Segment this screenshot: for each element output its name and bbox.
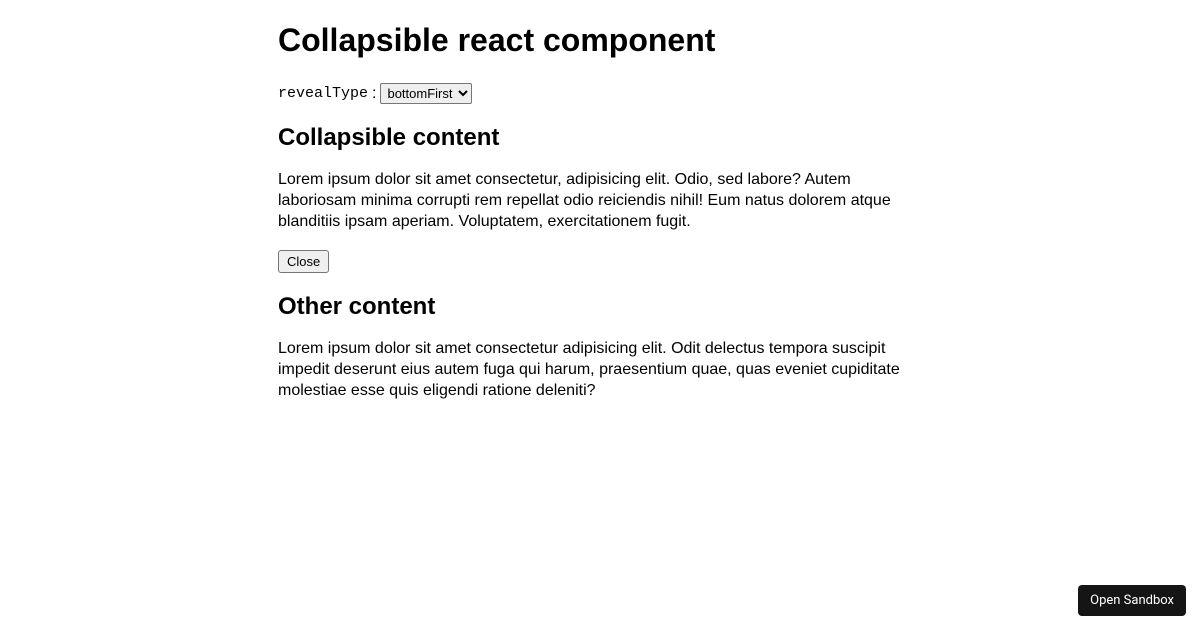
open-sandbox-button[interactable]: Open Sandbox bbox=[1078, 585, 1186, 616]
page-title: Collapsible react component bbox=[278, 22, 918, 59]
collapsible-body: Lorem ipsum dolor sit amet consectetur, … bbox=[278, 170, 918, 232]
other-heading: Other content bbox=[278, 293, 918, 321]
close-button[interactable]: Close bbox=[278, 250, 329, 273]
collapsible-heading: Collapsible content bbox=[278, 124, 918, 152]
reveal-type-label: revealType bbox=[278, 85, 368, 102]
colon: : bbox=[372, 85, 376, 103]
reveal-type-control: revealType: bottomFirst bbox=[278, 83, 918, 104]
other-body: Lorem ipsum dolor sit amet consectetur a… bbox=[278, 339, 918, 401]
reveal-type-select[interactable]: bottomFirst bbox=[380, 83, 472, 104]
